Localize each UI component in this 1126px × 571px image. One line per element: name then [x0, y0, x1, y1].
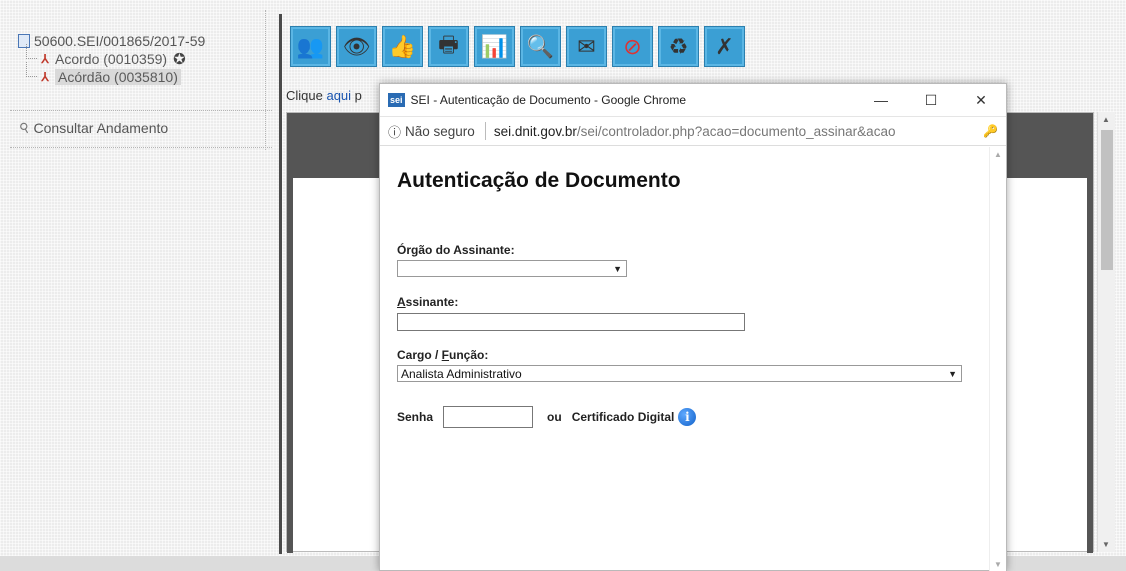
- print-icon[interactable]: 🖶: [428, 26, 469, 67]
- tree-process-row[interactable]: 50600.SEI/001865/2017-59: [18, 32, 268, 50]
- scroll-up-icon[interactable]: ▲: [994, 150, 1002, 159]
- senha-label: Senha: [397, 410, 434, 424]
- senha-input[interactable]: [443, 406, 534, 428]
- tree-separator: [10, 147, 272, 148]
- document-toolbar: 👥 👁 👍 🖶 📊 🔍 ✉ ⊘ ♻ ✗: [290, 26, 745, 67]
- hint-text: Clique aqui p: [286, 88, 362, 103]
- url-path[interactable]: /sei/controlador.php?acao=documento_assi…: [577, 124, 896, 139]
- cargo-label-pre: Cargo /: [397, 348, 442, 362]
- or-label: ou: [547, 410, 562, 424]
- address-separator: [484, 122, 486, 140]
- cargo-select[interactable]: Analista Administrativo ▼: [397, 365, 962, 382]
- info-circle-icon[interactable]: ⓘ: [388, 122, 401, 141]
- hint-link[interactable]: aqui: [326, 88, 351, 103]
- popup-title: SEI - Autenticação de Documento - Google…: [410, 93, 686, 107]
- viewer-border-right: [1087, 178, 1093, 553]
- graph-icon[interactable]: 📊: [474, 26, 515, 67]
- pdf-icon: ⅄: [41, 70, 49, 84]
- cert-label[interactable]: Certificado Digital: [572, 410, 675, 424]
- cargo-label: Cargo / Função:: [397, 347, 488, 362]
- cargo-accesskey: F: [441, 348, 450, 362]
- cargo-value: Analista Administrativo: [401, 366, 522, 381]
- panel-divider[interactable]: [279, 14, 282, 554]
- senha-row: Senha ou Certificado Digital i: [397, 406, 697, 428]
- process-tree: 50600.SEI/001865/2017-59 ⅄ Acordo (00103…: [18, 32, 268, 86]
- tree-separator: [10, 110, 272, 111]
- key-icon[interactable]: 🔑: [983, 124, 998, 138]
- info-icon[interactable]: i: [678, 408, 697, 426]
- email-icon[interactable]: ✉: [566, 26, 607, 67]
- popup-titlebar[interactable]: sei SEI - Autenticação de Documento - Go…: [380, 84, 1006, 116]
- popup-scrollbar[interactable]: ▲ ▼: [989, 147, 1006, 571]
- remove-document-icon[interactable]: ✗: [704, 26, 745, 67]
- address-bar[interactable]: ⓘ Não seguro sei.dnit.gov.br/sei/control…: [380, 116, 1006, 146]
- orgao-label-text: Órgão do Assinante:: [397, 243, 515, 257]
- doc-label[interactable]: Acórdão (0035810): [55, 69, 181, 85]
- orgao-select[interactable]: ▼: [397, 260, 627, 277]
- hint-suffix: p: [351, 88, 362, 103]
- assinante-input[interactable]: [397, 313, 745, 331]
- page-scrollbar[interactable]: ▲ ▼: [1097, 112, 1115, 552]
- assinante-accesskey: A: [397, 295, 406, 309]
- chevron-down-icon: ▼: [613, 263, 622, 274]
- scrollbar-thumb[interactable]: [1101, 130, 1113, 270]
- thumbs-up-icon[interactable]: 👍: [382, 26, 423, 67]
- minimize-icon[interactable]: —: [856, 92, 906, 108]
- process-number[interactable]: 50600.SEI/001865/2017-59: [34, 33, 205, 49]
- consult-andamento-link[interactable]: ⚲ Consultar Andamento: [16, 118, 169, 137]
- users-icon[interactable]: 👥: [290, 26, 331, 67]
- assinante-label-rest: ssinante:: [405, 295, 459, 309]
- document-magnify-icon[interactable]: 🔍: [520, 26, 561, 67]
- tree-doc-row-selected[interactable]: ⅄ Acórdão (0035810): [26, 62, 268, 86]
- pdf-icon: ⅄: [41, 52, 49, 66]
- tree-doc-row[interactable]: ⅄ Acordo (0010359) ✪: [26, 44, 268, 68]
- recycle-bin-icon[interactable]: ♻: [658, 26, 699, 67]
- auth-popup-window: sei SEI - Autenticação de Documento - Go…: [379, 83, 1007, 571]
- key-icon: ⚲: [16, 118, 33, 137]
- cancel-icon[interactable]: ⊘: [612, 26, 653, 67]
- security-status[interactable]: Não seguro: [405, 124, 475, 139]
- signature-seal-icon[interactable]: ✪: [173, 50, 186, 68]
- page-title: Autenticação de Documento: [397, 169, 681, 192]
- scroll-up-icon[interactable]: ▲: [1102, 115, 1110, 124]
- scroll-down-icon[interactable]: ▼: [1102, 540, 1110, 549]
- assinante-label: Assinante:: [397, 294, 458, 309]
- cargo-label-post: unção:: [449, 348, 489, 362]
- scroll-down-icon[interactable]: ▼: [994, 560, 1002, 569]
- sei-logo: sei: [388, 93, 405, 107]
- chevron-down-icon: ▼: [948, 368, 957, 379]
- consult-label[interactable]: Consultar Andamento: [34, 120, 169, 136]
- doc-label[interactable]: Acordo (0010359): [55, 51, 167, 67]
- maximize-icon[interactable]: ☐: [906, 92, 956, 109]
- hint-prefix: Clique: [286, 88, 327, 103]
- close-icon[interactable]: ✕: [956, 92, 1006, 109]
- eye-icon[interactable]: 👁: [336, 26, 377, 67]
- url-host[interactable]: sei.dnit.gov.br: [494, 124, 577, 139]
- orgao-label: Órgão do Assinante:: [397, 242, 515, 257]
- viewer-border-left: [287, 178, 293, 553]
